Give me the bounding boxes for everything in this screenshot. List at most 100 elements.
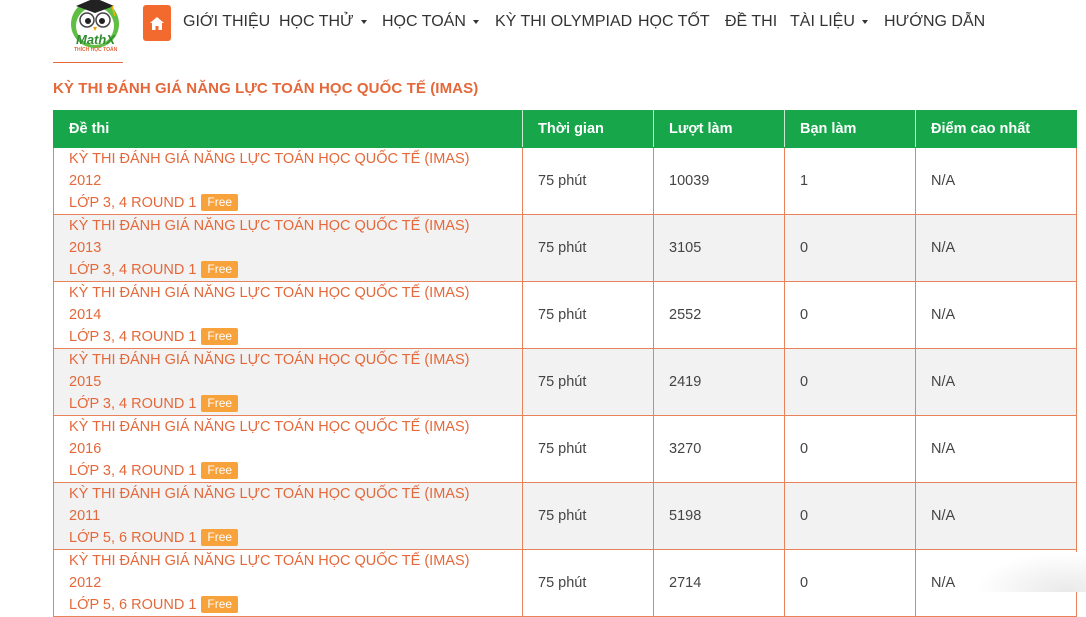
free-badge: Free: [201, 595, 239, 613]
time-cell: 75 phút: [522, 549, 654, 617]
exam-cell: KỲ THI ĐÁNH GIÁ NĂNG LỰC TOÁN HỌC QUỐC T…: [53, 348, 523, 416]
nav-label: HƯỚNG DẪN: [884, 13, 986, 30]
nav-label: HỌC TOÁN: [382, 13, 466, 30]
exam-title-line2: LỚP 3, 4 ROUND 1: [69, 329, 197, 345]
nav-item-hoc-thu[interactable]: HỌC THỬ: [279, 13, 367, 31]
logo-underline: [53, 62, 123, 63]
exam-title-line1: KỲ THI ĐÁNH GIÁ NĂNG LỰC TOÁN HỌC QUỐC T…: [69, 151, 470, 189]
exam-link[interactable]: KỲ THI ĐÁNH GIÁ NĂNG LỰC TOÁN HỌC QUỐC T…: [69, 550, 522, 616]
exam-link[interactable]: KỲ THI ĐÁNH GIÁ NĂNG LỰC TOÁN HỌC QUỐC T…: [69, 215, 522, 281]
best-score-cell: N/A: [915, 281, 1077, 349]
column-header-best-score: Điểm cao nhất: [915, 110, 1077, 148]
nav-item-hoc-toan[interactable]: HỌC TOÁN: [382, 13, 479, 31]
exam-cell: KỲ THI ĐÁNH GIÁ NĂNG LỰC TOÁN HỌC QUỐC T…: [53, 147, 523, 215]
best-score-cell: N/A: [915, 348, 1077, 416]
exam-link[interactable]: KỲ THI ĐÁNH GIÁ NĂNG LỰC TOÁN HỌC QUỐC T…: [69, 483, 522, 549]
corner-shadow: [975, 552, 1086, 592]
table-row: KỲ THI ĐÁNH GIÁ NĂNG LỰC TOÁN HỌC QUỐC T…: [53, 147, 1077, 215]
exam-link[interactable]: KỲ THI ĐÁNH GIÁ NĂNG LỰC TOÁN HỌC QUỐC T…: [69, 282, 522, 348]
column-header-exam: Đề thi: [53, 110, 523, 148]
nav-item-huong-dan[interactable]: HƯỚNG DẪN: [884, 13, 985, 31]
exam-link[interactable]: KỲ THI ĐÁNH GIÁ NĂNG LỰC TOÁN HỌC QUỐC T…: [69, 416, 522, 482]
exam-title-line2: LỚP 3, 4 ROUND 1: [69, 262, 197, 278]
nav-label: HỌC THỬ: [279, 13, 354, 30]
attempts-cell: 3270: [653, 415, 785, 483]
free-badge: Free: [201, 327, 239, 345]
nav-item-de-thi[interactable]: ĐỀ THI: [725, 13, 777, 31]
attempts-cell: 2552: [653, 281, 785, 349]
exam-cell: KỲ THI ĐÁNH GIÁ NĂNG LỰC TOÁN HỌC QUỐC T…: [53, 415, 523, 483]
exam-cell: KỲ THI ĐÁNH GIÁ NĂNG LỰC TOÁN HỌC QUỐC T…: [53, 281, 523, 349]
free-badge: Free: [201, 193, 239, 211]
time-cell: 75 phút: [522, 281, 654, 349]
caret-down-icon: [861, 20, 868, 24]
attempts-cell: 2419: [653, 348, 785, 416]
exam-title-line2: LỚP 3, 4 ROUND 1: [69, 396, 197, 412]
your-attempts-cell: 0: [784, 348, 916, 416]
nav-label: HỌC TỐT: [638, 13, 710, 30]
attempts-cell: 3105: [653, 214, 785, 282]
exam-link[interactable]: KỲ THI ĐÁNH GIÁ NĂNG LỰC TOÁN HỌC QUỐC T…: [69, 349, 522, 415]
best-score-cell: N/A: [915, 482, 1077, 550]
best-score-cell: N/A: [915, 415, 1077, 483]
nav-label: ĐỀ THI: [725, 13, 778, 30]
your-attempts-cell: 0: [784, 482, 916, 550]
exam-cell: KỲ THI ĐÁNH GIÁ NĂNG LỰC TOÁN HỌC QUỐC T…: [53, 549, 523, 617]
column-header-your-attempts: Bạn làm: [784, 110, 916, 148]
time-cell: 75 phút: [522, 214, 654, 282]
nav-label: GIỚI THIỆU: [183, 13, 271, 30]
exam-cell: KỲ THI ĐÁNH GIÁ NĂNG LỰC TOÁN HỌC QUỐC T…: [53, 482, 523, 550]
table-row: KỲ THI ĐÁNH GIÁ NĂNG LỰC TOÁN HỌC QUỐC T…: [53, 214, 1077, 282]
nav-item-gioi-thieu[interactable]: GIỚI THIỆU: [183, 13, 270, 31]
time-cell: 75 phút: [522, 147, 654, 215]
exam-title-line2: LỚP 5, 6 ROUND 1: [69, 597, 197, 613]
exam-title-line2: LỚP 3, 4 ROUND 1: [69, 463, 197, 479]
time-cell: 75 phút: [522, 348, 654, 416]
exam-title-line1: KỲ THI ĐÁNH GIÁ NĂNG LỰC TOÁN HỌC QUỐC T…: [69, 285, 470, 323]
time-cell: 75 phút: [522, 482, 654, 550]
your-attempts-cell: 0: [784, 281, 916, 349]
nav-item-ky-thi-olympiad[interactable]: KỲ THI OLYMPIAD: [495, 13, 632, 31]
logo-subtext: THÍCH HỌC TOÁN: [74, 47, 118, 53]
exam-link[interactable]: KỲ THI ĐÁNH GIÁ NĂNG LỰC TOÁN HỌC QUỐC T…: [69, 148, 522, 214]
attempts-cell: 5198: [653, 482, 785, 550]
attempts-cell: 10039: [653, 147, 785, 215]
free-badge: Free: [201, 394, 239, 412]
logo-text: MathX: [76, 32, 115, 47]
best-score-cell: N/A: [915, 147, 1077, 215]
nav-label: TÀI LIỆU: [790, 13, 855, 30]
time-cell: 75 phút: [522, 415, 654, 483]
caret-down-icon: [360, 20, 367, 24]
exam-title-line1: KỲ THI ĐÁNH GIÁ NĂNG LỰC TOÁN HỌC QUỐC T…: [69, 419, 470, 457]
your-attempts-cell: 0: [784, 415, 916, 483]
home-button[interactable]: [143, 5, 171, 41]
table-row: KỲ THI ĐÁNH GIÁ NĂNG LỰC TOÁN HỌC QUỐC T…: [53, 415, 1077, 483]
exam-title-line1: KỲ THI ĐÁNH GIÁ NĂNG LỰC TOÁN HỌC QUỐC T…: [69, 352, 470, 390]
home-icon: [150, 16, 164, 30]
exam-title-line2: LỚP 3, 4 ROUND 1: [69, 195, 197, 211]
table-row: KỲ THI ĐÁNH GIÁ NĂNG LỰC TOÁN HỌC QUỐC T…: [53, 348, 1077, 416]
table-row: KỲ THI ĐÁNH GIÁ NĂNG LỰC TOÁN HỌC QUỐC T…: [53, 549, 1077, 617]
exam-title-line1: KỲ THI ĐÁNH GIÁ NĂNG LỰC TOÁN HỌC QUỐC T…: [69, 553, 470, 591]
column-header-time: Thời gian: [522, 110, 654, 148]
free-badge: Free: [201, 528, 239, 546]
exam-title-line1: KỲ THI ĐÁNH GIÁ NĂNG LỰC TOÁN HỌC QUỐC T…: [69, 218, 470, 256]
table-row: KỲ THI ĐÁNH GIÁ NĂNG LỰC TOÁN HỌC QUỐC T…: [53, 281, 1077, 349]
nav-item-tai-lieu[interactable]: TÀI LIỆU: [790, 13, 868, 31]
nav-item-hoc-tot[interactable]: HỌC TỐT: [638, 13, 710, 31]
caret-down-icon: [472, 20, 479, 24]
best-score-cell: N/A: [915, 214, 1077, 282]
exam-title-line2: LỚP 5, 6 ROUND 1: [69, 530, 197, 546]
mathx-logo[interactable]: MathX THÍCH HỌC TOÁN: [62, 0, 128, 58]
page-title: KỲ THI ĐÁNH GIÁ NĂNG LỰC TOÁN HỌC QUỐC T…: [53, 80, 479, 97]
column-header-attempts: Lượt làm: [653, 110, 785, 148]
exam-title-line1: KỲ THI ĐÁNH GIÁ NĂNG LỰC TOÁN HỌC QUỐC T…: [69, 486, 470, 524]
your-attempts-cell: 0: [784, 549, 916, 617]
top-navbar: MathX THÍCH HỌC TOÁN GIỚI THIỆU HỌC THỬ …: [0, 0, 1086, 63]
attempts-cell: 2714: [653, 549, 785, 617]
your-attempts-cell: 1: [784, 147, 916, 215]
exam-cell: KỲ THI ĐÁNH GIÁ NĂNG LỰC TOÁN HỌC QUỐC T…: [53, 214, 523, 282]
table-row: KỲ THI ĐÁNH GIÁ NĂNG LỰC TOÁN HỌC QUỐC T…: [53, 482, 1077, 550]
exam-table: Đề thi Thời gian Lượt làm Bạn làm Điểm c…: [53, 110, 1077, 617]
nav-label: KỲ THI OLYMPIAD: [495, 13, 633, 30]
